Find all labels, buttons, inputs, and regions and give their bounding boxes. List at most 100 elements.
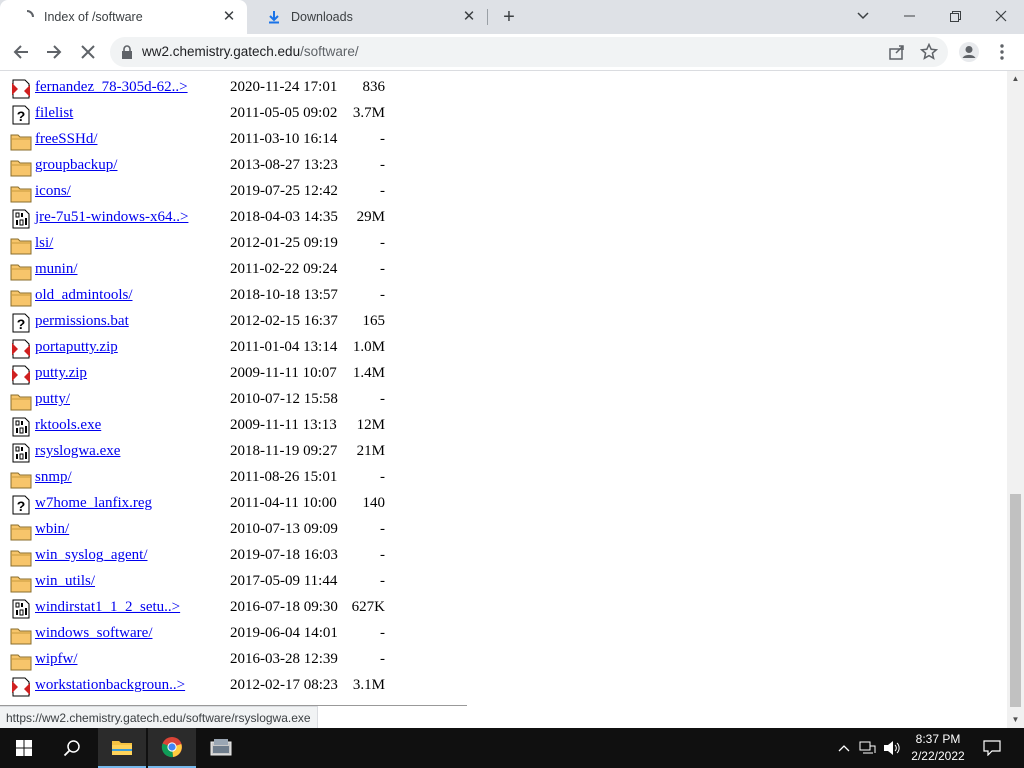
- folder-icon[interactable]: [10, 131, 32, 151]
- file-link[interactable]: putty.zip: [35, 365, 87, 382]
- app-button[interactable]: [197, 728, 245, 768]
- file-link[interactable]: wipfw/: [35, 651, 78, 668]
- file-link[interactable]: workstationbackgroun..>: [35, 677, 185, 694]
- start-button[interactable]: [0, 728, 48, 768]
- listing-row: old_admintools/2018-10-18 13:57 -: [10, 283, 410, 309]
- volume-icon[interactable]: [883, 740, 901, 756]
- file-size: 12M: [356, 417, 385, 433]
- share-icon[interactable]: [888, 43, 906, 61]
- compressed-file-icon[interactable]: [10, 677, 32, 697]
- network-icon[interactable]: [859, 741, 877, 755]
- folder-icon[interactable]: [10, 287, 32, 307]
- file-link[interactable]: old_admintools/: [35, 287, 133, 304]
- binary-file-icon[interactable]: [10, 599, 32, 619]
- file-link[interactable]: rktools.exe: [35, 417, 101, 434]
- folder-icon[interactable]: [10, 157, 32, 177]
- chrome-button[interactable]: [148, 728, 196, 768]
- stop-loading-button[interactable]: [76, 40, 100, 64]
- folder-icon[interactable]: [10, 651, 32, 671]
- file-link[interactable]: filelist: [35, 105, 73, 122]
- vertical-scrollbar[interactable]: ▲ ▼: [1007, 71, 1024, 728]
- file-link[interactable]: win_utils/: [35, 573, 95, 590]
- file-link[interactable]: snmp/: [35, 469, 72, 486]
- back-button[interactable]: [9, 40, 33, 64]
- folder-icon: [112, 741, 132, 755]
- file-link[interactable]: groupbackup/: [35, 157, 117, 174]
- action-center-button[interactable]: [968, 728, 1016, 768]
- file-link[interactable]: windows_software/: [35, 625, 152, 642]
- file-link[interactable]: freeSSHd/: [35, 131, 98, 148]
- tab-close-icon[interactable]: ✕: [461, 9, 477, 25]
- file-link[interactable]: lsi/: [35, 235, 53, 252]
- file-modified-date: 2019-07-25 12:42: [230, 183, 338, 199]
- forward-button[interactable]: [42, 40, 66, 64]
- file-link[interactable]: portaputty.zip: [35, 339, 118, 356]
- listing-row: win_utils/2017-05-09 11:44 -: [10, 569, 410, 595]
- menu-button[interactable]: [990, 40, 1014, 64]
- folder-icon[interactable]: [10, 391, 32, 411]
- file-link[interactable]: windirstat1_1_2_setu..>: [35, 599, 180, 616]
- listing-row: workstationbackgroun..> 2012-02-17 08:23 3…: [10, 673, 410, 699]
- folder-icon[interactable]: [10, 261, 32, 281]
- unknown-file-icon[interactable]: ?: [10, 495, 32, 515]
- binary-file-icon[interactable]: [10, 443, 32, 463]
- restore-button[interactable]: [932, 0, 978, 32]
- address-bar[interactable]: ww2.chemistry.gatech.edu/software/: [110, 37, 948, 67]
- chevron-up-icon[interactable]: [838, 744, 850, 752]
- file-link[interactable]: wbin/: [35, 521, 69, 538]
- file-size: 1.4M: [352, 365, 385, 381]
- system-clock[interactable]: 8:37 PM 2/22/2022: [903, 731, 973, 765]
- binary-file-icon[interactable]: [10, 209, 32, 229]
- file-link[interactable]: icons/: [35, 183, 71, 200]
- file-link[interactable]: putty/: [35, 391, 70, 408]
- compressed-file-icon[interactable]: [10, 339, 32, 359]
- bookmark-star-icon[interactable]: [920, 43, 938, 61]
- listing-row: windirstat1_1_2_setu..> 2016-07-18 09:30 6…: [10, 595, 410, 621]
- file-link[interactable]: permissions.bat: [35, 313, 129, 330]
- binary-file-icon[interactable]: [10, 417, 32, 437]
- file-modified-date: 2012-01-25 09:19: [230, 235, 338, 251]
- close-window-button[interactable]: [978, 0, 1024, 32]
- folder-icon[interactable]: [10, 573, 32, 593]
- tab-downloads[interactable]: Downloads ✕: [247, 0, 487, 34]
- scroll-down-arrow-icon[interactable]: ▼: [1011, 715, 1020, 724]
- file-modified-date: 2012-02-17 08:23: [230, 677, 338, 693]
- url-text[interactable]: ww2.chemistry.gatech.edu/software/: [142, 44, 359, 59]
- compressed-file-icon[interactable]: [10, 79, 32, 99]
- file-link[interactable]: fernandez_78-305d-62..>: [35, 79, 188, 96]
- file-modified-date: 2012-02-15 16:37: [230, 313, 338, 329]
- unknown-file-icon[interactable]: ?: [10, 313, 32, 333]
- compressed-file-icon[interactable]: [10, 365, 32, 385]
- file-link[interactable]: munin/: [35, 261, 78, 278]
- folder-icon[interactable]: [10, 469, 32, 489]
- minimize-button[interactable]: [886, 0, 932, 32]
- file-explorer-button[interactable]: [98, 728, 146, 768]
- tab-search-button[interactable]: [840, 0, 886, 32]
- unknown-file-icon[interactable]: ?: [10, 105, 32, 125]
- tab-close-icon[interactable]: ✕: [221, 9, 237, 25]
- profile-button[interactable]: [957, 40, 981, 64]
- folder-icon[interactable]: [10, 183, 32, 203]
- folder-icon[interactable]: [10, 625, 32, 645]
- chrome-icon: [161, 737, 182, 758]
- file-link[interactable]: win_syslog_agent/: [35, 547, 148, 564]
- folder-icon[interactable]: [10, 521, 32, 541]
- scrollbar-thumb[interactable]: [1010, 494, 1021, 707]
- file-size: -: [380, 287, 385, 303]
- search-button[interactable]: [48, 728, 96, 768]
- listing-row: rsyslogwa.exe 2018-11-19 09:27 21M: [10, 439, 410, 465]
- file-link[interactable]: jre-7u51-windows-x64..>: [35, 209, 188, 226]
- file-modified-date: 2011-05-05 09:02: [230, 105, 338, 121]
- new-tab-button[interactable]: +: [498, 6, 520, 28]
- scroll-up-arrow-icon[interactable]: ▲: [1011, 74, 1020, 83]
- listing-row: groupbackup/2013-08-27 13:23 -: [10, 153, 410, 179]
- file-link[interactable]: w7home_lanfix.reg: [35, 495, 152, 512]
- system-tray: [838, 728, 901, 768]
- folder-icon[interactable]: [10, 547, 32, 567]
- tab-index-software[interactable]: Index of /software ✕: [0, 0, 247, 34]
- folder-icon[interactable]: [10, 235, 32, 255]
- file-link[interactable]: rsyslogwa.exe: [35, 443, 120, 460]
- file-size: -: [380, 183, 385, 199]
- lock-icon[interactable]: [121, 45, 133, 59]
- file-modified-date: 2013-08-27 13:23: [230, 157, 338, 173]
